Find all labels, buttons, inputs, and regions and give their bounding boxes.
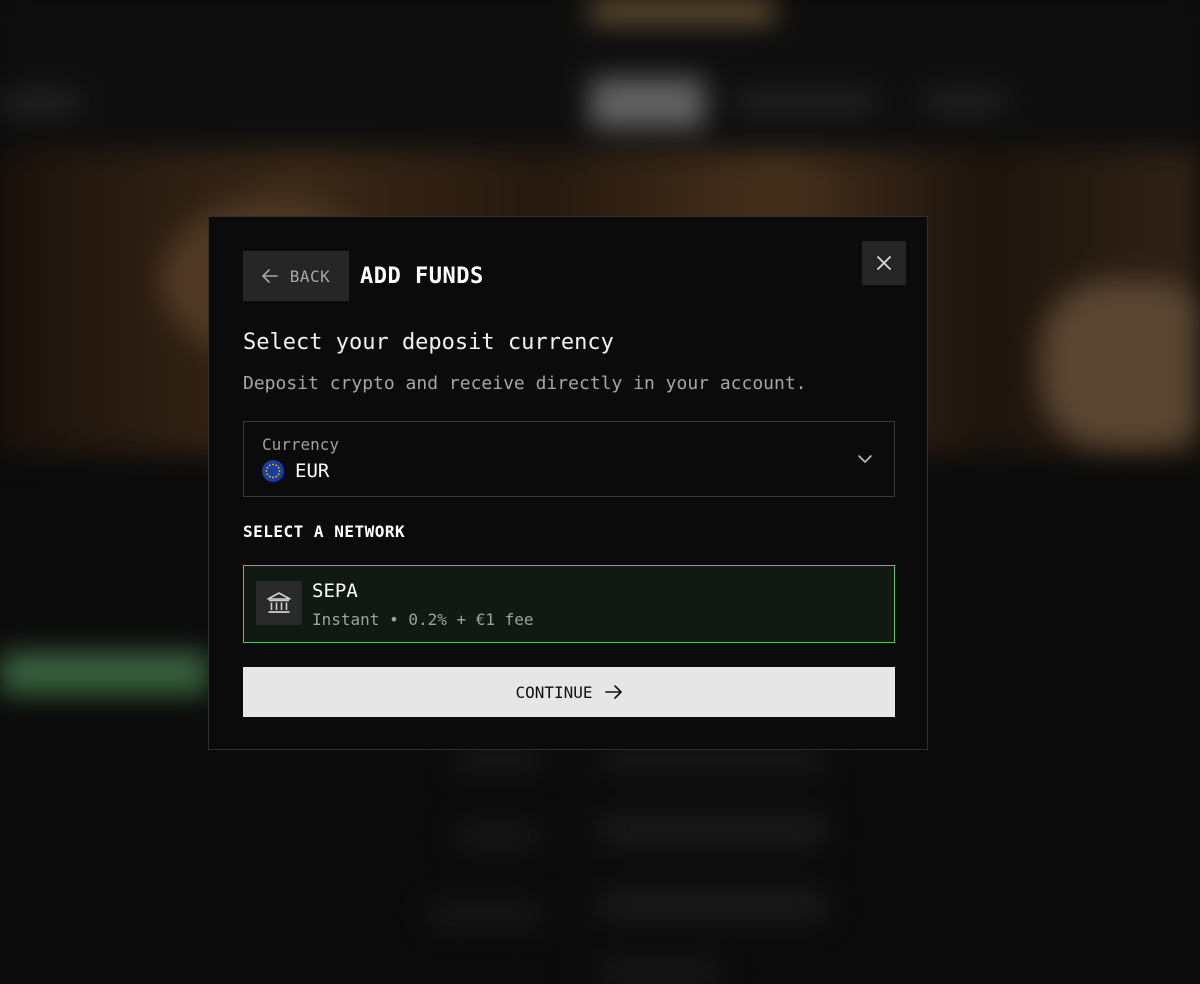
continue-button[interactable]: CONTINUE [243,667,895,717]
modal-title: ADD FUNDS [360,264,484,289]
back-button[interactable]: BACK [243,251,349,301]
arrow-left-icon [261,269,278,283]
deposit-currency-heading: Select your deposit currency [243,330,614,355]
deposit-currency-description: Deposit crypto and receive directly in y… [243,373,807,394]
bank-icon [267,592,291,613]
currency-select-value: EUR [295,460,330,482]
eu-flag-icon [262,460,284,482]
chevron-down-icon [858,455,872,463]
network-description: Instant • 0.2% + €1 fee [312,610,534,629]
network-name: SEPA [312,580,358,602]
arrow-right-icon [604,685,622,699]
currency-select-label: Currency [262,435,340,454]
network-option-sepa[interactable]: SEPA Instant • 0.2% + €1 fee [243,565,895,643]
network-icon-container [256,581,302,625]
back-button-label: BACK [289,266,331,286]
currency-select[interactable]: Currency EUR [243,421,895,497]
close-icon [877,256,891,270]
network-section-title: SELECT A NETWORK [243,522,406,541]
close-button[interactable] [862,241,906,285]
continue-button-label: CONTINUE [515,682,593,702]
add-funds-modal: BACK ADD FUNDS Select your deposit curre… [208,216,928,750]
